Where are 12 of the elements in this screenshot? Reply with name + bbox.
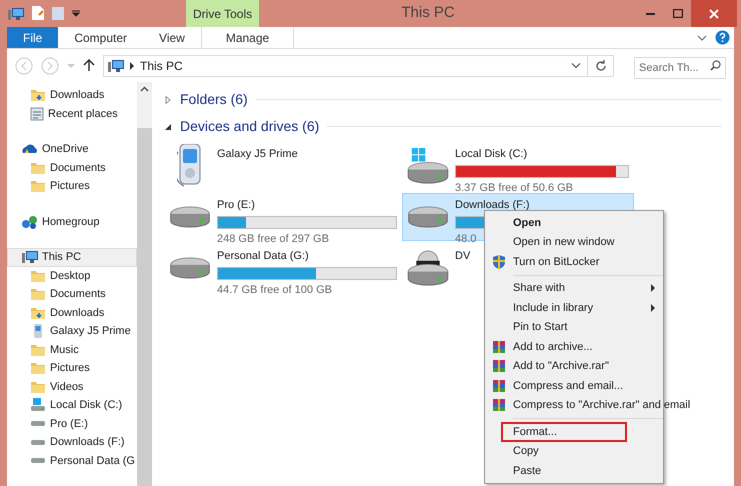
free-space-text: 48.0	[455, 232, 476, 246]
window-title: This PC	[400, 3, 456, 24]
free-space-text: 248 GB free of 297 GB	[217, 232, 329, 246]
drive-name: Local Disk (C:)	[455, 147, 528, 162]
drive-name: Downloads (F:)	[455, 198, 530, 213]
drive-name: Personal Data (G:)	[217, 249, 309, 264]
drive-name: Galaxy J5 Prime	[217, 147, 298, 162]
drive-tools-label: Drive Tools	[186, 0, 260, 27]
free-space-text: 44.7 GB free of 100 GB	[217, 282, 332, 298]
drive-name: Pro (E:)	[217, 198, 255, 213]
drive-name: DV	[455, 249, 470, 264]
free-space-text: 3.37 GB free of 50.6 GB	[455, 180, 574, 196]
